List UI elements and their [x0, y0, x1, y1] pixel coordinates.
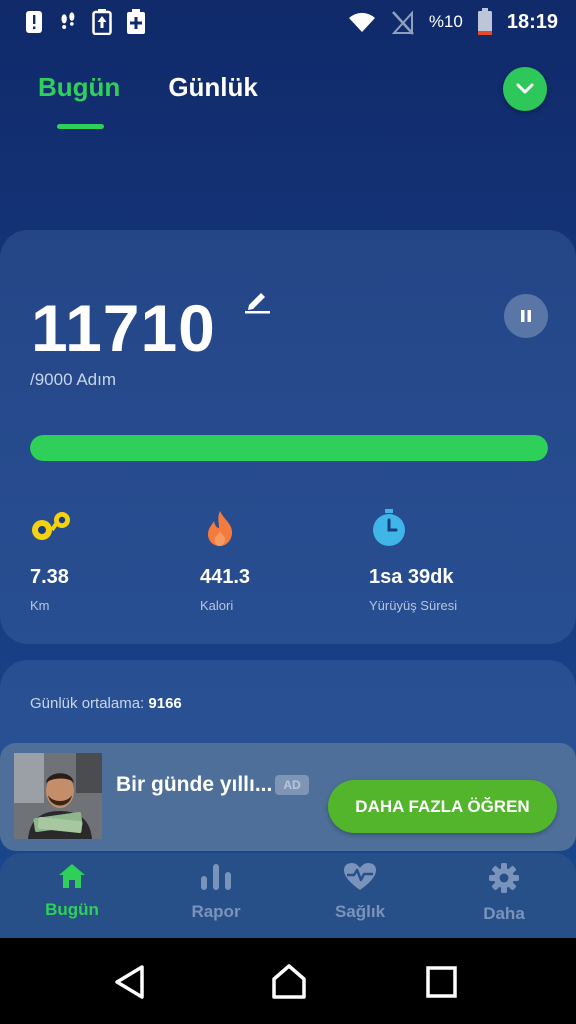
stat-value: 1sa 39dk	[369, 566, 454, 588]
battery-saver-notification-icon	[92, 9, 112, 35]
nav-item-today[interactable]: Bugün	[22, 862, 122, 920]
battery-percent: %10	[428, 12, 463, 31]
gear-icon	[489, 863, 519, 893]
stat-label: Yürüyüş Süresi	[369, 598, 458, 613]
footsteps-notification-icon	[58, 9, 78, 35]
no-signal-icon	[391, 9, 415, 35]
stat-label: Km	[30, 598, 50, 613]
home-icon	[59, 864, 85, 888]
tab-daily[interactable]: Günlük	[168, 72, 258, 103]
battery-plus-notification-icon	[126, 9, 146, 35]
daily-average-label: Günlük ortalama:	[30, 695, 145, 712]
back-icon[interactable]	[112, 962, 146, 1007]
daily-average: Günlük ortalama: 9166	[30, 695, 182, 712]
ad-badge: AD	[275, 775, 309, 795]
wifi-icon	[347, 9, 377, 35]
recents-icon[interactable]	[424, 962, 460, 1007]
ad-learn-more-button[interactable]: DAHA FAZLA ÖĞREN	[328, 780, 557, 833]
nav-item-label: Daha	[483, 904, 525, 923]
nav-item-label: Sağlık	[334, 902, 386, 921]
nav-item-report[interactable]: Rapor	[166, 862, 266, 922]
stat-calories: 441.3 Kalori	[200, 508, 250, 613]
daily-average-value: 9166	[148, 695, 182, 712]
battery-icon	[477, 8, 493, 35]
steps-progress-fill	[30, 435, 548, 461]
ad-thumbnail-image[interactable]	[14, 753, 102, 839]
bar-chart-icon	[201, 864, 231, 890]
top-tabs: Bugün Günlük	[38, 72, 258, 103]
stopwatch-icon	[369, 508, 409, 548]
status-bar: %10 18:19	[0, 0, 576, 44]
stat-value: 441.3	[200, 566, 251, 588]
home-system-icon[interactable]	[270, 962, 308, 1007]
steps-goal: /9000 Adım	[30, 370, 117, 389]
footprints-icon	[30, 508, 70, 548]
steps-count: 11710	[31, 291, 216, 365]
pause-button[interactable]	[504, 294, 548, 338]
nav-item-label: Rapor	[191, 902, 241, 921]
chevron-down-icon	[516, 83, 534, 94]
tab-today[interactable]: Bugün	[38, 72, 120, 103]
nav-item-label: Bugün	[45, 900, 99, 919]
steps-progress-bar	[30, 435, 548, 461]
stat-distance: 7.38 Km	[30, 508, 70, 613]
stat-label: Kalori	[200, 598, 234, 613]
dropdown-button[interactable]	[503, 67, 547, 111]
clock: 18:19	[506, 10, 558, 33]
flame-icon	[200, 508, 240, 548]
stat-duration: 1sa 39dk Yürüyüş Süresi	[369, 508, 457, 613]
nav-item-health[interactable]: Sağlık	[310, 862, 410, 922]
edit-pencil-icon[interactable]	[244, 288, 272, 319]
nav-item-more[interactable]: Daha	[454, 862, 554, 924]
pause-icon	[521, 310, 531, 322]
alert-notification-icon	[24, 9, 44, 35]
stat-value: 7.38	[30, 566, 69, 588]
active-tab-indicator	[57, 124, 104, 129]
ad-title[interactable]: Bir günde yıllı...	[116, 773, 272, 797]
heart-pulse-icon	[344, 863, 376, 890]
